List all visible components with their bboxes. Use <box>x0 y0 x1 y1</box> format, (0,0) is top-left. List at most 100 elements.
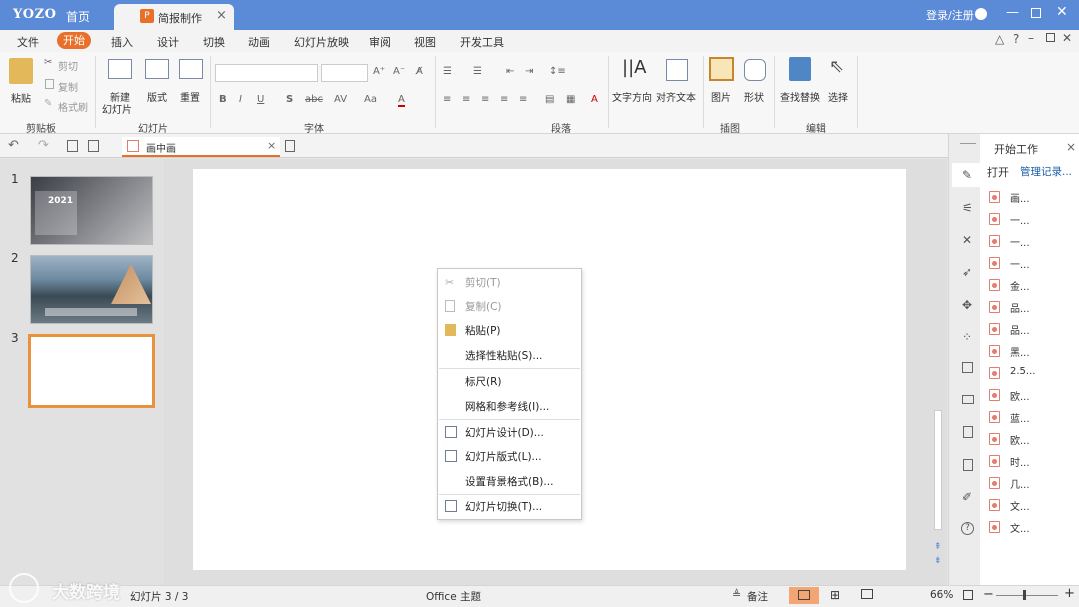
align-center-icon[interactable]: ≡ <box>462 94 470 105</box>
recent-file-item[interactable]: 欧... <box>1010 388 1030 403</box>
crop-icon[interactable] <box>962 362 973 373</box>
italic-icon[interactable]: I <box>239 94 242 105</box>
close-tab-icon[interactable]: × <box>216 8 227 23</box>
align-right-icon[interactable]: ≡ <box>481 94 489 105</box>
shrink-font-icon[interactable]: A⁻ <box>393 66 405 77</box>
collapse-ribbon-icon[interactable]: △ <box>995 32 1004 46</box>
decrease-indent-icon[interactable]: ⇤ <box>506 66 514 77</box>
menu-design[interactable]: 设计 <box>157 34 179 50</box>
zoom-slider-track[interactable] <box>996 595 1058 596</box>
increase-indent-icon[interactable]: ⇥ <box>525 66 533 77</box>
find-replace-button[interactable]: 查找替换 <box>780 89 820 104</box>
paste-icon[interactable] <box>9 58 33 84</box>
font-size-select[interactable] <box>321 64 368 82</box>
fit-window-icon[interactable] <box>963 590 973 600</box>
format-painter-icon[interactable]: ✎ <box>44 98 52 109</box>
next-slide-icon[interactable]: ⇟ <box>934 556 942 566</box>
cut-icon[interactable]: ✂ <box>44 57 52 68</box>
text-effects-icon[interactable]: A <box>591 94 598 105</box>
font-name-select[interactable] <box>215 64 318 82</box>
ctx-paste-special[interactable]: 选择性粘贴(S)... <box>465 348 542 363</box>
recent-file-item[interactable]: 蓝... <box>1010 410 1030 425</box>
ctx-cut[interactable]: 剪切(T) <box>465 275 501 290</box>
select-cursor-icon[interactable]: ⇖ <box>829 56 844 77</box>
recent-file-item[interactable]: 画... <box>1010 190 1030 205</box>
adjust-icon[interactable]: ⚟ <box>962 201 973 215</box>
copy-button[interactable]: 复制 <box>58 79 78 94</box>
edit-icon[interactable]: ✐ <box>962 490 972 504</box>
comment-icon[interactable] <box>962 395 974 404</box>
shape-button[interactable]: 形状 <box>744 89 764 104</box>
picture-button[interactable]: 图片 <box>711 89 731 104</box>
home-tab[interactable]: 首页 <box>66 8 90 25</box>
manage-records-link[interactable]: 管理记录... <box>1020 164 1072 179</box>
move-icon[interactable]: ✥ <box>962 298 972 312</box>
close-panel-icon[interactable]: × <box>1066 140 1076 154</box>
open-link[interactable]: 打开 <box>987 164 1009 180</box>
find-replace-icon[interactable] <box>789 57 811 81</box>
ctx-slide-layout[interactable]: 幻灯片版式(L)... <box>465 449 542 464</box>
distribute-icon[interactable]: ≡ <box>519 94 527 105</box>
text-direction-icon[interactable]: ||A <box>622 57 646 78</box>
menu-slideshow[interactable]: 幻灯片放映 <box>294 34 349 50</box>
minimize-icon[interactable]: — <box>1006 5 1019 20</box>
new-slide-icon[interactable] <box>108 59 132 79</box>
ctx-slide-transition[interactable]: 幻灯片切换(T)... <box>465 499 542 514</box>
ctx-ruler[interactable]: 标尺(R) <box>465 374 502 389</box>
justify-icon[interactable]: ≡ <box>500 94 508 105</box>
paste-button[interactable]: 粘贴 <box>11 90 31 105</box>
new-document-icon[interactable] <box>285 140 295 152</box>
tools-icon[interactable]: ✕ <box>962 233 972 247</box>
char-spacing-icon[interactable]: AV <box>334 94 347 105</box>
picture-icon[interactable] <box>709 57 734 81</box>
layout-icon[interactable] <box>145 59 169 79</box>
zoom-in-icon[interactable]: + <box>1064 586 1075 601</box>
recent-file-item[interactable]: 文... <box>1010 520 1030 535</box>
recent-file-item[interactable]: 2.5... <box>1010 366 1035 377</box>
help-icon[interactable]: ? <box>1013 32 1019 46</box>
recent-file-item[interactable]: 品... <box>1010 322 1030 337</box>
align-text-button[interactable]: 对齐文本 <box>656 89 696 104</box>
menu-review[interactable]: 审阅 <box>369 34 391 50</box>
undo-icon[interactable]: ↶ <box>8 138 19 153</box>
reset-icon[interactable] <box>179 59 203 79</box>
line-spacing-icon[interactable]: ↕≡ <box>549 66 566 77</box>
menu-animation[interactable]: 动画 <box>248 34 270 50</box>
login-link[interactable]: 登录/注册 <box>926 7 974 23</box>
recent-file-item[interactable]: 一... <box>1010 256 1030 271</box>
slide-thumbnail-1[interactable]: 2021 <box>30 176 153 245</box>
prev-slide-icon[interactable]: ⇞ <box>934 542 942 552</box>
select-button[interactable]: 选择 <box>828 89 848 104</box>
ctx-slide-design[interactable]: 幻灯片设计(D)... <box>465 425 544 440</box>
menu-view[interactable]: 视图 <box>414 34 436 50</box>
clipboard-icon[interactable] <box>963 426 973 438</box>
para-settings-icon[interactable]: ▦ <box>566 94 575 105</box>
copy-pages-icon[interactable] <box>963 459 973 471</box>
redo-icon[interactable]: ↷ <box>38 138 49 153</box>
document-tab[interactable]: P 简报制作 × <box>114 4 234 30</box>
copy-icon[interactable] <box>45 79 54 89</box>
shadow-icon[interactable]: S <box>286 94 293 105</box>
notes-icon[interactable]: ≜ <box>732 588 741 601</box>
cut-button[interactable]: 剪切 <box>58 58 78 73</box>
slide-thumbnail-2[interactable] <box>30 255 153 324</box>
strikethrough-icon[interactable]: abc <box>305 94 323 105</box>
ctx-background-format[interactable]: 设置背景格式(B)... <box>465 474 553 489</box>
menu-file[interactable]: 文件 <box>17 34 39 50</box>
rocket-icon[interactable]: ➶ <box>962 265 972 279</box>
align-text-icon[interactable] <box>666 59 688 81</box>
change-case-icon[interactable]: Aa <box>364 94 377 105</box>
ctx-paste[interactable]: 粘贴(P) <box>465 323 501 338</box>
user-avatar-icon[interactable] <box>975 8 987 20</box>
recent-file-item[interactable]: 金... <box>1010 278 1030 293</box>
recent-file-item[interactable]: 几... <box>1010 476 1030 491</box>
notes-button[interactable]: 备注 <box>747 589 768 604</box>
menu-start[interactable]: 开始 <box>57 32 91 49</box>
close-subtab-icon[interactable]: × <box>267 139 276 152</box>
recent-file-item[interactable]: 黑... <box>1010 344 1030 359</box>
doc-close-icon[interactable]: ✕ <box>1062 31 1072 45</box>
columns-icon[interactable]: ▤ <box>545 94 554 105</box>
recent-file-item[interactable]: 欧... <box>1010 432 1030 447</box>
apps-icon[interactable]: ⁘ <box>962 330 972 344</box>
pen-icon[interactable]: ✎ <box>962 168 972 182</box>
